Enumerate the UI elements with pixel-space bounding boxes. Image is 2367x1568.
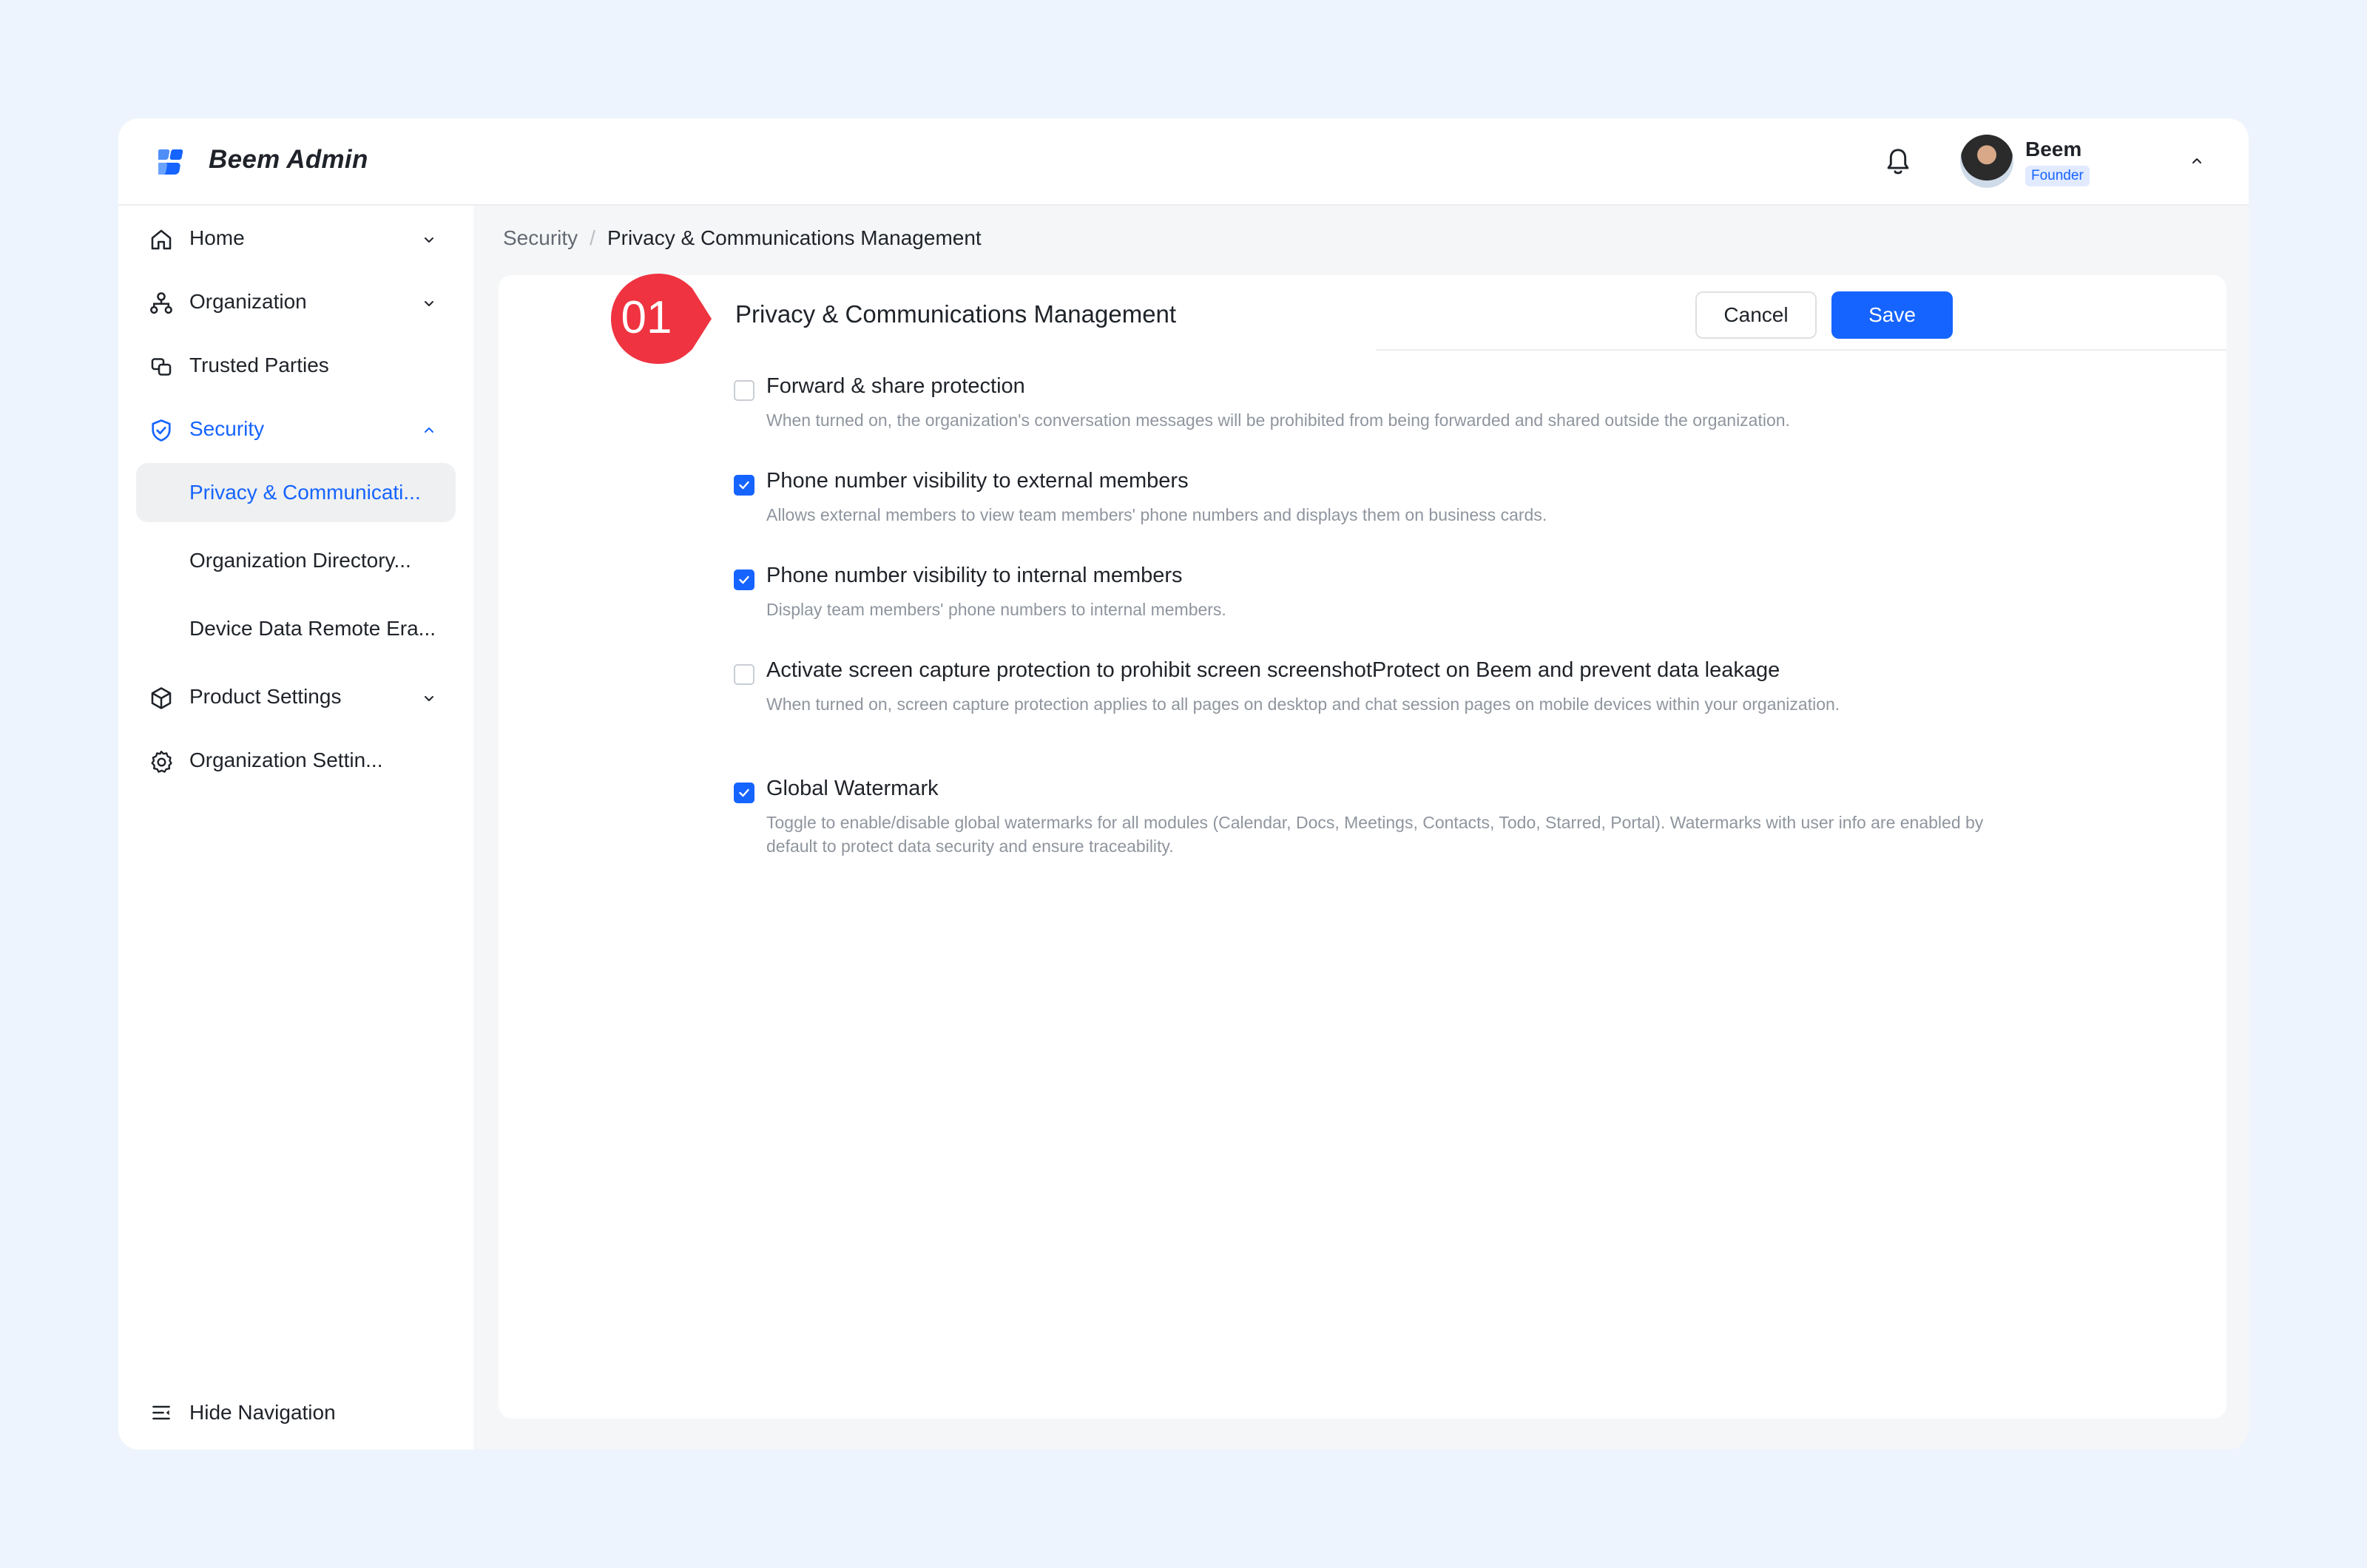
setting-description: Allows external members to view team mem… [766, 505, 1547, 524]
sidebar-subitem-label: Organization Directory... [189, 549, 411, 572]
cube-icon [151, 687, 172, 709]
sidebar: Home Organization Trusted Parties Securi… [118, 206, 473, 1450]
chevron-down-icon [425, 696, 433, 701]
sidebar-item-trusted-parties[interactable]: Trusted Parties [136, 336, 456, 395]
top-bar: Beem Admin Beem Founder [118, 118, 2249, 206]
setting-description: When turned on, the organization's conve… [766, 410, 1790, 430]
sidebar-item-label: Trusted Parties [189, 354, 329, 376]
sidebar-item-security[interactable]: Security [136, 399, 456, 459]
setting-label: Phone number visibility to external memb… [766, 469, 1189, 493]
sidebar-item-label: Organization [189, 290, 307, 313]
chevron-down-icon [425, 237, 433, 243]
user-name: Beem [2025, 138, 2082, 160]
checkbox-checked[interactable] [734, 475, 754, 496]
breadcrumb-separator: / [590, 226, 595, 249]
checkmark-icon [739, 788, 749, 797]
setting-label: Phone number visibility to internal memb… [766, 564, 1183, 587]
header-divider [1376, 349, 2226, 351]
shield-icon [152, 419, 171, 442]
home-icon [151, 229, 172, 250]
sidebar-subitem-label: Device Data Remote Era... [189, 617, 436, 640]
sidebar-item-label: Organization Settin... [189, 748, 383, 771]
admin-window: Beem Admin Beem Founder Home Organizatio… [118, 118, 2249, 1450]
step-number: 01 [621, 292, 672, 343]
sidebar-item-label: Product Settings [189, 685, 342, 708]
setting-label: Forward & share protection [766, 374, 1025, 398]
chevron-up-icon[interactable] [2188, 152, 2206, 170]
trusted-parties-icon [151, 358, 172, 376]
page-title: Privacy & Communications Management [735, 300, 1177, 328]
checkbox-unchecked[interactable] [734, 664, 754, 685]
sidebar-item-label: Security [189, 417, 265, 440]
checkbox-checked[interactable] [734, 570, 754, 590]
hide-navigation-label: Hide Navigation [189, 1401, 336, 1424]
checkmark-icon [739, 575, 749, 584]
sidebar-item-organization-settings[interactable]: Organization Settin... [136, 731, 456, 790]
sidebar-item-label: Home [189, 226, 245, 249]
sidebar-item-product-settings[interactable]: Product Settings [136, 667, 456, 726]
checkbox-checked[interactable] [734, 783, 754, 803]
sidebar-item-organization[interactable]: Organization [136, 272, 456, 331]
avatar[interactable] [1960, 135, 2013, 188]
settings-panel: 01 Privacy & Communications Management C… [499, 274, 2226, 1419]
sidebar-subitem-privacy-communications[interactable]: Privacy & Communicati... [136, 463, 456, 522]
checkmark-icon [739, 481, 749, 490]
setting-label: Activate screen capture protection to pr… [766, 658, 1780, 682]
sidebar-subitem-device-data-remote-erase[interactable]: Device Data Remote Era... [136, 599, 456, 658]
beem-logo-icon [158, 149, 183, 175]
checkbox-unchecked[interactable] [734, 380, 754, 401]
setting-label: Global Watermark [766, 777, 939, 800]
sidebar-subitem-label: Privacy & Communicati... [189, 481, 421, 504]
breadcrumb-parent[interactable]: Security [503, 226, 578, 249]
save-button[interactable]: Save [1831, 291, 1953, 339]
user-role-badge: Founder [2025, 166, 2090, 186]
collapse-menu-icon [152, 1405, 170, 1420]
breadcrumb: Security / Privacy & Communications Manage… [503, 226, 982, 250]
chevron-down-icon [425, 301, 433, 306]
hide-navigation-button[interactable]: Hide Navigation [136, 1392, 456, 1436]
app-title: Beem Admin [209, 145, 368, 174]
setting-description: When turned on, screen capture protectio… [766, 695, 1840, 714]
bell-icon[interactable] [1883, 146, 1913, 178]
sidebar-subitem-organization-directory[interactable]: Organization Directory... [136, 531, 456, 590]
org-tree-icon [150, 292, 172, 314]
setting-description: Toggle to enable/disable global watermar… [766, 813, 1984, 856]
sidebar-item-home[interactable]: Home [136, 209, 456, 268]
breadcrumb-current: Privacy & Communications Management [607, 226, 982, 249]
setting-description: Display team members' phone numbers to i… [766, 600, 1226, 619]
chevron-up-icon [425, 428, 433, 433]
cancel-button[interactable]: Cancel [1695, 291, 1817, 339]
gear-icon [151, 751, 172, 773]
